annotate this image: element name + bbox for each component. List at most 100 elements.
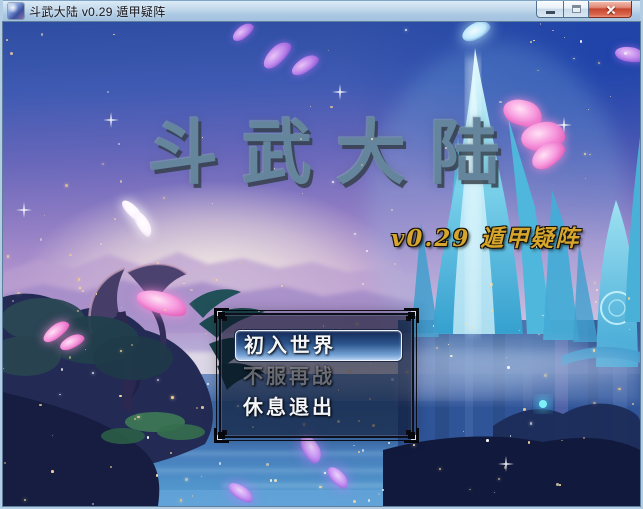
sparkle — [113, 34, 114, 35]
sparkle — [100, 243, 102, 245]
sparkle — [119, 395, 122, 398]
sparkle — [92, 372, 94, 374]
sparkle — [120, 180, 122, 182]
sparkle — [180, 499, 182, 501]
sparkle — [207, 383, 209, 385]
game-title: 斗武大陆 — [148, 118, 524, 188]
sparkle — [192, 495, 193, 496]
app-window: 斗武大陆 v0.29 遁甲疑阵 — [0, 0, 643, 509]
sparkle — [185, 478, 187, 480]
sparkle — [270, 479, 272, 481]
sparkle — [212, 203, 213, 204]
menu-item-new-game[interactable]: 初入世界 — [235, 330, 402, 361]
sparkle — [486, 439, 489, 442]
main-menu-window: 初入世界 不服再战 休息退出 — [219, 313, 414, 438]
sparkle — [61, 368, 63, 370]
sparkle — [504, 466, 507, 469]
sparkle — [330, 106, 333, 109]
sparkle — [202, 137, 203, 138]
sparkle — [353, 500, 355, 502]
title-bar[interactable]: 斗武大陆 v0.29 遁甲疑阵 — [3, 0, 640, 22]
sparkle — [593, 349, 596, 352]
sparkle — [65, 184, 68, 187]
sparkle — [281, 285, 282, 286]
sparkle — [163, 197, 165, 199]
menu-corner-ornament — [214, 308, 229, 323]
sparkle — [559, 484, 561, 486]
sparkle — [102, 163, 104, 165]
sparkle — [564, 37, 565, 38]
maximize-button[interactable] — [563, 1, 589, 18]
maximize-icon — [572, 5, 581, 13]
sparkle — [439, 468, 441, 470]
menu-corner-ornament — [404, 308, 419, 323]
star-sparkle — [103, 112, 119, 128]
window-title: 斗武大陆 v0.29 遁甲疑阵 — [29, 3, 166, 20]
sparkle — [528, 441, 530, 443]
sparkle — [544, 374, 546, 376]
sparkle — [69, 356, 71, 358]
sparkle — [164, 309, 166, 311]
sparkle — [92, 503, 94, 505]
sparkle — [266, 463, 269, 466]
sparkle — [530, 422, 532, 424]
sparkle — [219, 462, 222, 465]
sparkle — [17, 292, 19, 294]
sparkle — [388, 442, 389, 443]
sparkle — [540, 23, 541, 24]
sparkle — [196, 407, 198, 409]
sparkle — [69, 254, 71, 256]
sparkle — [118, 143, 120, 145]
sparkle — [51, 470, 54, 473]
sparkle — [6, 39, 8, 41]
menu-item-exit[interactable]: 休息退出 — [235, 392, 402, 423]
sparkle — [354, 233, 356, 235]
menu-item-rematch[interactable]: 不服再战 — [235, 361, 402, 392]
sparkle — [368, 499, 371, 502]
star-sparkle — [16, 202, 32, 218]
minimize-icon — [546, 11, 555, 14]
menu-corner-ornament — [214, 428, 229, 443]
sparkle — [201, 406, 204, 409]
sparkle — [491, 309, 493, 311]
sparkle — [510, 435, 511, 436]
sparkle — [24, 499, 26, 501]
sparkle — [362, 283, 364, 285]
app-icon[interactable] — [8, 3, 24, 19]
sparkle — [79, 287, 81, 289]
sparkle — [157, 379, 159, 381]
minimize-button[interactable] — [536, 1, 563, 18]
sparkle — [445, 147, 447, 149]
sparkle — [499, 101, 501, 103]
sparkle — [190, 289, 192, 291]
star-sparkle — [498, 456, 514, 472]
sparkle — [537, 70, 538, 71]
sparkle — [405, 29, 407, 31]
menu-corner-ornament — [404, 428, 419, 443]
star-sparkle — [556, 117, 572, 133]
sparkle — [378, 493, 380, 495]
window-controls — [536, 1, 632, 18]
sparkle — [498, 478, 500, 480]
sparkle — [239, 262, 241, 264]
sparkle — [490, 283, 492, 285]
close-button[interactable] — [589, 1, 632, 18]
game-viewport: 斗武大陆 v0.29 遁甲疑阵 初入世界 不服再战 休息退出 — [3, 22, 640, 506]
sparkle — [624, 52, 626, 54]
star-sparkle — [332, 84, 348, 100]
game-version-subtitle: v0.29 遁甲疑阵 — [391, 219, 580, 253]
sparkle — [552, 30, 553, 31]
sparkle — [536, 246, 537, 247]
sparkle — [366, 250, 368, 252]
sparkle — [107, 91, 109, 93]
sparkle — [472, 327, 474, 329]
sparkle — [618, 388, 620, 390]
close-icon — [605, 4, 616, 15]
sparkle — [450, 355, 452, 357]
sparkle — [530, 41, 531, 42]
sparkle — [507, 366, 510, 369]
sparkle — [593, 402, 596, 405]
sparkle — [583, 437, 585, 439]
sparkle — [78, 278, 80, 280]
sparkle — [156, 474, 158, 476]
